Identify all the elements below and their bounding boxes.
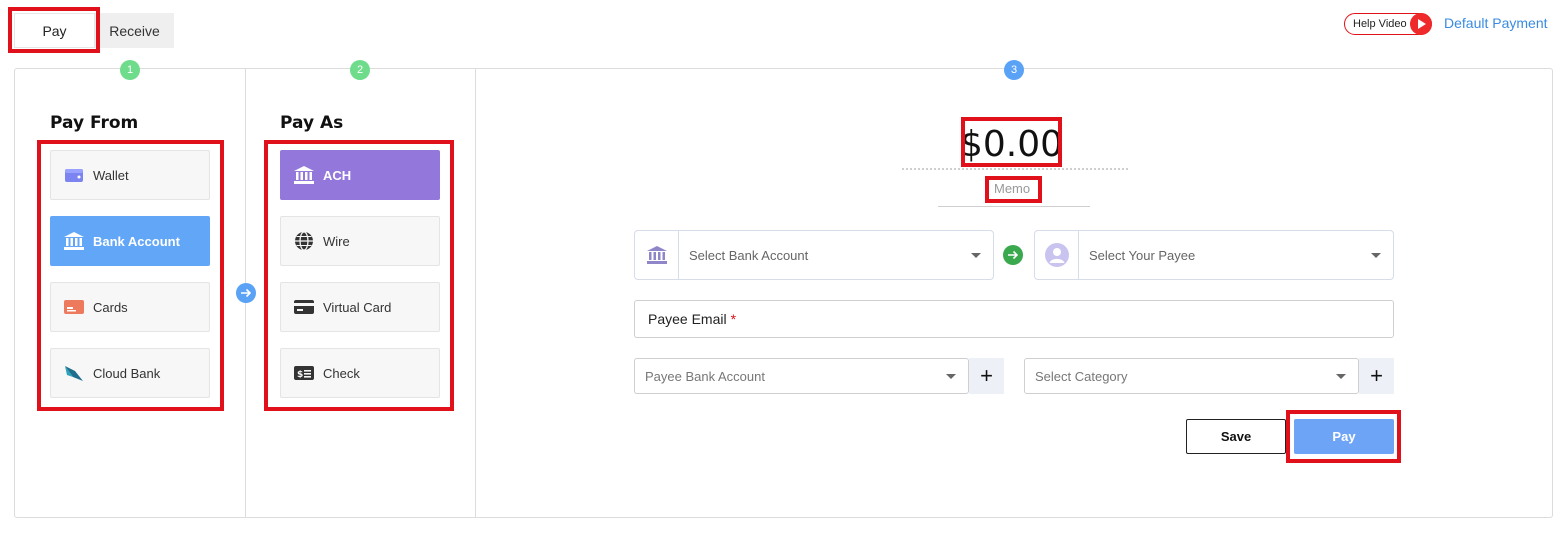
option-label: Cloud Bank: [93, 365, 161, 381]
payee-bank-account-placeholder: Payee Bank Account: [645, 368, 765, 384]
chevron-down-icon: [946, 373, 956, 379]
play-icon: [1410, 13, 1432, 35]
globe-icon: [293, 231, 315, 251]
add-payee-bank-account-button[interactable]: +: [969, 358, 1004, 394]
chevron-down-icon: [971, 252, 981, 258]
pay-receive-tabs: Pay Receive: [14, 13, 174, 48]
amount-input[interactable]: $0.00: [960, 124, 1063, 165]
pay-as-check[interactable]: $ Check: [280, 348, 440, 398]
step-2-badge: 2: [350, 60, 370, 80]
required-mark: *: [730, 311, 737, 327]
bank-icon: [293, 165, 315, 185]
add-category-button[interactable]: +: [1359, 358, 1394, 394]
select-category-dropdown[interactable]: Select Category: [1024, 358, 1359, 394]
amount-underline: [902, 168, 1128, 170]
pay-from-wallet[interactable]: Wallet: [50, 150, 210, 200]
user-avatar-icon: [1035, 231, 1079, 279]
help-video-button[interactable]: Help Video: [1344, 13, 1432, 35]
column-divider: [475, 68, 476, 518]
virtual-card-icon: [293, 297, 315, 317]
pay-from-bank-account[interactable]: Bank Account: [50, 216, 210, 266]
arrow-right-icon: [236, 283, 256, 303]
payee-email-label: Payee Email: [648, 311, 727, 327]
cloud-bank-icon: [63, 363, 85, 383]
default-payment-link[interactable]: Default Payment: [1444, 15, 1548, 31]
step-1-badge: 1: [120, 60, 140, 80]
bank-account-placeholder: Select Bank Account: [689, 247, 809, 263]
select-payee-dropdown[interactable]: Select Your Payee: [1034, 230, 1394, 280]
pay-as-wire[interactable]: Wire: [280, 216, 440, 266]
option-label: Check: [323, 365, 360, 381]
pay-button[interactable]: Pay: [1294, 419, 1394, 454]
pay-from-cloud-bank[interactable]: Cloud Bank: [50, 348, 210, 398]
pay-as-virtual-card[interactable]: Virtual Card: [280, 282, 440, 332]
option-label: Wallet: [93, 167, 129, 183]
payee-email-field[interactable]: Payee Email *: [634, 300, 1394, 338]
memo-input[interactable]: Memo: [994, 181, 1030, 196]
pay-as-ach[interactable]: ACH: [280, 150, 440, 200]
pay-as-title: Pay As: [280, 113, 344, 133]
pay-from-title: Pay From: [50, 113, 139, 133]
option-label: Bank Account: [93, 233, 180, 249]
option-label: ACH: [323, 167, 352, 183]
memo-underline: [938, 206, 1090, 207]
payee-bank-account-dropdown[interactable]: Payee Bank Account: [634, 358, 969, 394]
option-label: Cards: [93, 299, 128, 315]
option-label: Virtual Card: [323, 299, 392, 315]
help-video-label: Help Video: [1353, 18, 1407, 30]
bank-icon: [635, 231, 679, 279]
option-label: Wire: [323, 233, 350, 249]
pay-from-cards[interactable]: Cards: [50, 282, 210, 332]
bank-icon: [63, 231, 85, 251]
save-button[interactable]: Save: [1186, 419, 1286, 454]
tab-receive[interactable]: Receive: [95, 13, 174, 48]
select-bank-account-dropdown[interactable]: Select Bank Account: [634, 230, 994, 280]
chevron-down-icon: [1371, 252, 1381, 258]
payee-placeholder: Select Your Payee: [1089, 247, 1196, 263]
svg-text:$: $: [297, 370, 303, 380]
step-3-badge: 3: [1004, 60, 1024, 80]
tab-pay[interactable]: Pay: [14, 13, 95, 48]
card-icon: [63, 297, 85, 317]
chevron-down-icon: [1336, 373, 1346, 379]
wallet-icon: [63, 165, 85, 185]
arrow-right-icon: [1003, 245, 1023, 265]
category-placeholder: Select Category: [1035, 368, 1128, 384]
check-icon: $: [293, 363, 315, 383]
